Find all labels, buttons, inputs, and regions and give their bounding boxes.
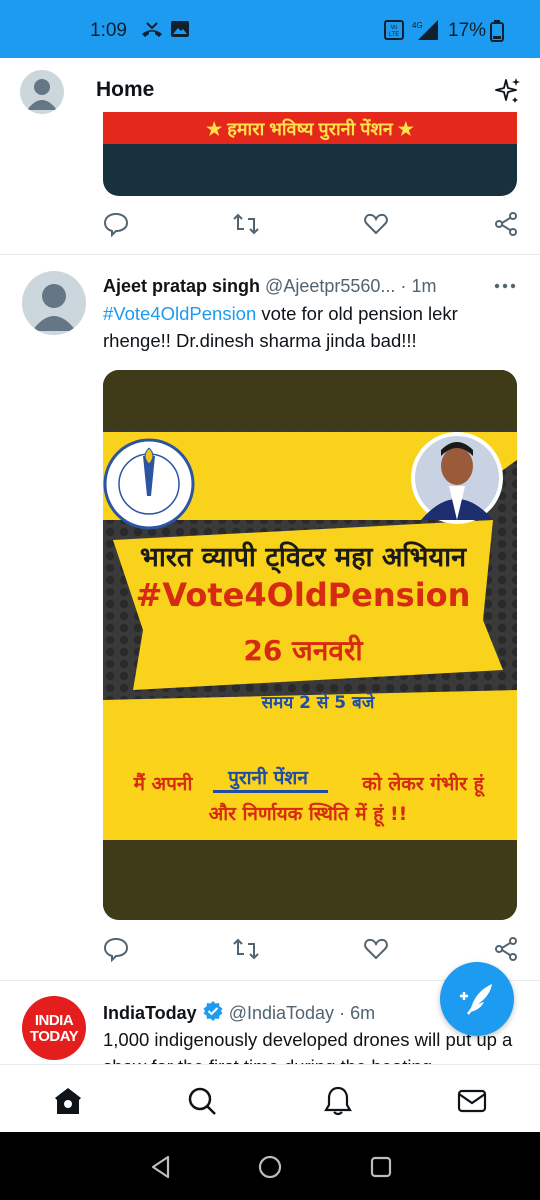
author-name[interactable]: IndiaToday [103,1003,197,1023]
like-icon[interactable] [363,936,389,962]
separator-dot: · [339,1003,346,1023]
reply-icon[interactable] [103,211,129,237]
default-avatar-icon [32,284,76,331]
poster-line1-c: को लेकर गंभीर हूं [361,772,485,797]
poster-line2: और निर्णायक स्थिति में हूं !! [209,802,408,827]
profile-avatar[interactable] [20,70,64,114]
verified-badge-icon [203,1001,223,1021]
share-icon[interactable] [493,936,519,962]
mail-icon[interactable] [456,1085,488,1117]
tweet-hashtag[interactable]: #Vote4OldPension [103,303,256,324]
poster-line1-a: मैं अपनी [133,772,194,795]
retweet-icon[interactable] [231,936,261,962]
author-name[interactable]: Ajeet pratap singh [103,276,260,296]
author-handle[interactable]: @IndiaToday [229,1003,334,1023]
back-icon[interactable] [148,1154,174,1180]
home-circle-icon[interactable] [257,1154,283,1180]
bottom-navigation [0,1064,540,1132]
more-options-icon[interactable] [494,282,516,290]
svg-text:LTE: LTE [389,32,400,38]
tweet-header: IndiaToday @IndiaToday · 6m [103,1000,375,1024]
tweet-time: 6m [350,1003,376,1023]
logo-line1: INDIA [34,1012,74,1029]
missed-call-icon [142,22,162,37]
tweet-actions [103,211,517,241]
tweet-header: Ajeet pratap singh @Ajeetpr5560... · 1m [103,276,436,297]
author-avatar[interactable] [22,271,86,335]
bell-icon[interactable] [322,1085,354,1117]
svg-text:4G: 4G [412,21,423,30]
battery-percent: 17% [448,20,487,41]
home-icon[interactable] [52,1085,84,1117]
poster-headline: भारत व्यापी ट्विटर महा अभियान [140,541,467,574]
compose-icon [460,984,492,1015]
tweet-divider [0,254,540,255]
gallery-icon [171,21,189,37]
recents-icon[interactable] [368,1154,394,1180]
tweet-time: 1m [411,276,437,296]
author-handle[interactable]: @Ajeetpr5560... [265,276,395,296]
separator-dot: · [400,276,407,296]
tweet-media[interactable]: भारत व्यापी ट्विटर महा अभियान #Vote4OldP… [103,370,517,920]
default-avatar-icon [27,79,57,110]
tweet-media[interactable]: ★ हमारा भविष्य पुरानी पेंशन ★ [103,112,517,196]
status-bar: 1:09 Vo LTE 4G 17% [0,0,540,58]
retweet-icon[interactable] [231,211,261,237]
battery-icon [490,20,504,42]
poster-time: समय 2 से 5 बजे [261,692,376,713]
volte-icon: Vo LTE [384,20,404,40]
poster-line1-b: पुरानी पेंशन [227,766,309,790]
reply-icon[interactable] [103,936,129,962]
sparkle-icon[interactable] [493,76,523,106]
system-navigation-bar [0,1132,540,1200]
signal-icon: 4G [412,20,438,40]
logo-line2: TODAY [29,1028,79,1045]
poster-hashtag: #Vote4OldPension [136,576,471,614]
like-icon[interactable] [363,211,389,237]
page-title: Home [96,78,155,101]
share-icon[interactable] [493,211,519,237]
search-icon[interactable] [186,1085,218,1117]
poster-graphic: भारत व्यापी ट्विटर महा अभियान #Vote4OldP… [103,370,517,920]
media-banner-text: ★ हमारा भविष्य पुरानी पेंशन ★ [103,112,517,144]
poster-date: 26 जनवरी [243,634,364,667]
svg-text:Vo: Vo [390,25,398,31]
status-time: 1:09 [90,20,127,41]
tweet-text: #Vote4OldPension vote for old pension le… [103,300,513,354]
indiatoday-avatar[interactable]: INDIA TODAY [22,996,86,1060]
compose-button[interactable] [440,962,514,1036]
